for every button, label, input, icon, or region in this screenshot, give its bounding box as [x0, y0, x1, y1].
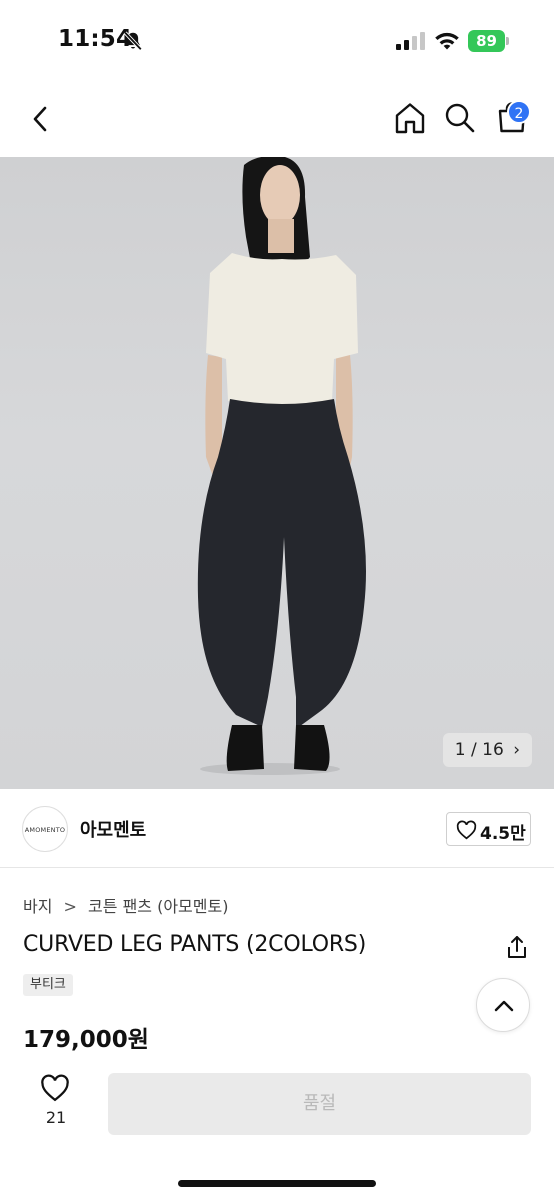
- share-icon[interactable]: [504, 934, 530, 960]
- wifi-icon: [435, 32, 459, 50]
- battery-tip: [506, 37, 509, 45]
- chevron-up-icon: [494, 1000, 514, 1012]
- product-like-count: 21: [45, 1108, 67, 1127]
- next-image-icon: ›: [513, 740, 520, 760]
- seller-name[interactable]: 아모멘토: [80, 816, 146, 842]
- battery-level: 89: [468, 30, 505, 52]
- back-chevron-icon[interactable]: [24, 102, 58, 136]
- home-indicator[interactable]: [178, 1180, 376, 1187]
- product-photo: [197, 157, 366, 775]
- breadcrumb: 바지 > 코튼 팬츠 (아모멘토): [23, 893, 228, 917]
- battery-icon: 89: [468, 30, 510, 52]
- product-image-gallery[interactable]: 1 / 16 ›: [0, 157, 554, 789]
- like-product-button[interactable]: 21: [30, 1072, 82, 1132]
- product-price: 179,000원: [23, 1027, 149, 1053]
- sold-out-button[interactable]: 품절: [108, 1073, 531, 1135]
- scroll-to-top-button[interactable]: [476, 978, 530, 1032]
- heart-icon: [456, 820, 477, 840]
- seller-logo[interactable]: AMOMENTO: [22, 806, 68, 852]
- image-counter-text: 1 / 16: [454, 740, 504, 760]
- boutique-tag: 부티크: [23, 974, 73, 996]
- like-shop-button[interactable]: 4.5만: [446, 812, 531, 846]
- image-counter[interactable]: 1 / 16 ›: [442, 733, 532, 767]
- home-icon[interactable]: [392, 100, 428, 136]
- breadcrumb-item[interactable]: 코튼 팬츠 (아모멘토): [88, 897, 228, 916]
- breadcrumb-separator: >: [63, 897, 77, 916]
- breadcrumb-item[interactable]: 바지: [23, 897, 52, 916]
- signal-icon: [396, 32, 425, 50]
- cart-count-badge: 2: [507, 100, 531, 124]
- bell-off-icon: [123, 31, 143, 51]
- seller-row[interactable]: AMOMENTO 아모멘토 4.5만: [0, 800, 554, 868]
- heart-icon: [41, 1074, 69, 1102]
- search-icon[interactable]: [442, 100, 478, 136]
- status-bar: 11:54 89: [0, 0, 554, 80]
- product-title: CURVED LEG PANTS (2COLORS): [23, 932, 367, 957]
- shop-like-count: 4.5만: [480, 824, 526, 844]
- top-nav-bar: [0, 86, 554, 156]
